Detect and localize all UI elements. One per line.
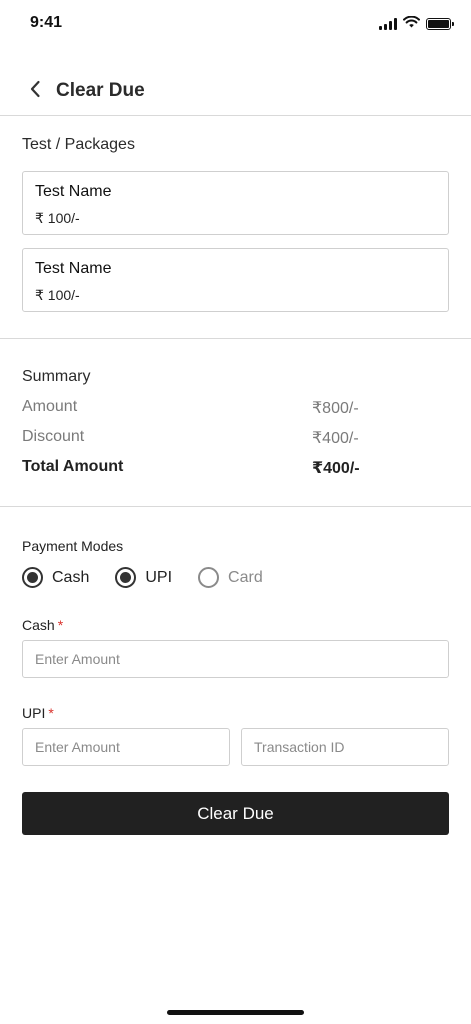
radio-label: Cash xyxy=(52,568,90,586)
radio-unchecked-icon xyxy=(198,567,220,588)
test-name: Test Name xyxy=(35,183,112,200)
test-card[interactable]: Test Name ₹ 100/- xyxy=(22,171,449,235)
radio-checked-icon xyxy=(22,567,43,588)
discount-label: Discount xyxy=(22,428,85,445)
app-header: Clear Due xyxy=(0,70,471,114)
test-price: ₹ 100/- xyxy=(35,287,80,303)
radio-checked-icon xyxy=(115,567,137,588)
amount-value: ₹800/- xyxy=(312,400,359,417)
radio-label: UPI xyxy=(145,568,173,586)
section-divider xyxy=(0,506,471,507)
upi-amount-input[interactable] xyxy=(22,728,230,766)
payment-mode-card[interactable]: Card xyxy=(198,567,263,588)
required-mark: * xyxy=(57,617,64,633)
wifi-icon xyxy=(403,15,420,33)
home-indicator xyxy=(167,1010,304,1015)
payment-modes-title: Payment Modes xyxy=(22,538,124,554)
cash-amount-input[interactable] xyxy=(22,640,449,678)
chevron-left-icon xyxy=(29,80,41,103)
tests-section-title: Test / Packages xyxy=(22,136,135,153)
payment-mode-upi[interactable]: UPI xyxy=(115,567,172,588)
upi-field-label: UPI * xyxy=(22,705,54,721)
total-amount-value: ₹400/- xyxy=(312,460,360,477)
required-mark: * xyxy=(48,705,54,721)
amount-label: Amount xyxy=(22,398,78,415)
cash-label-text: Cash xyxy=(22,617,55,633)
status-icons xyxy=(379,15,454,33)
test-price: ₹ 100/- xyxy=(35,210,80,226)
transaction-id-input[interactable] xyxy=(241,728,449,766)
test-card[interactable]: Test Name ₹ 100/- xyxy=(22,248,449,312)
total-amount-label: Total Amount xyxy=(22,458,124,475)
cash-field-label: Cash * xyxy=(22,617,63,633)
payment-mode-cash[interactable]: Cash xyxy=(22,567,89,588)
status-bar: 9:41 xyxy=(0,0,471,48)
battery-icon xyxy=(426,18,454,30)
clear-due-button[interactable]: Clear Due xyxy=(22,792,449,835)
payment-mode-radio-group: Cash UPI Card xyxy=(22,567,289,588)
upi-label-text: UPI xyxy=(22,705,46,721)
test-name: Test Name xyxy=(35,260,112,277)
discount-value: ₹400/- xyxy=(312,430,359,447)
page-title: Clear Due xyxy=(56,80,145,101)
section-divider xyxy=(0,338,471,339)
radio-label: Card xyxy=(228,568,263,586)
signal-icon xyxy=(379,18,397,30)
header-divider xyxy=(0,115,471,116)
status-time: 9:41 xyxy=(30,14,63,31)
back-button[interactable] xyxy=(22,78,48,104)
summary-title: Summary xyxy=(22,368,91,385)
